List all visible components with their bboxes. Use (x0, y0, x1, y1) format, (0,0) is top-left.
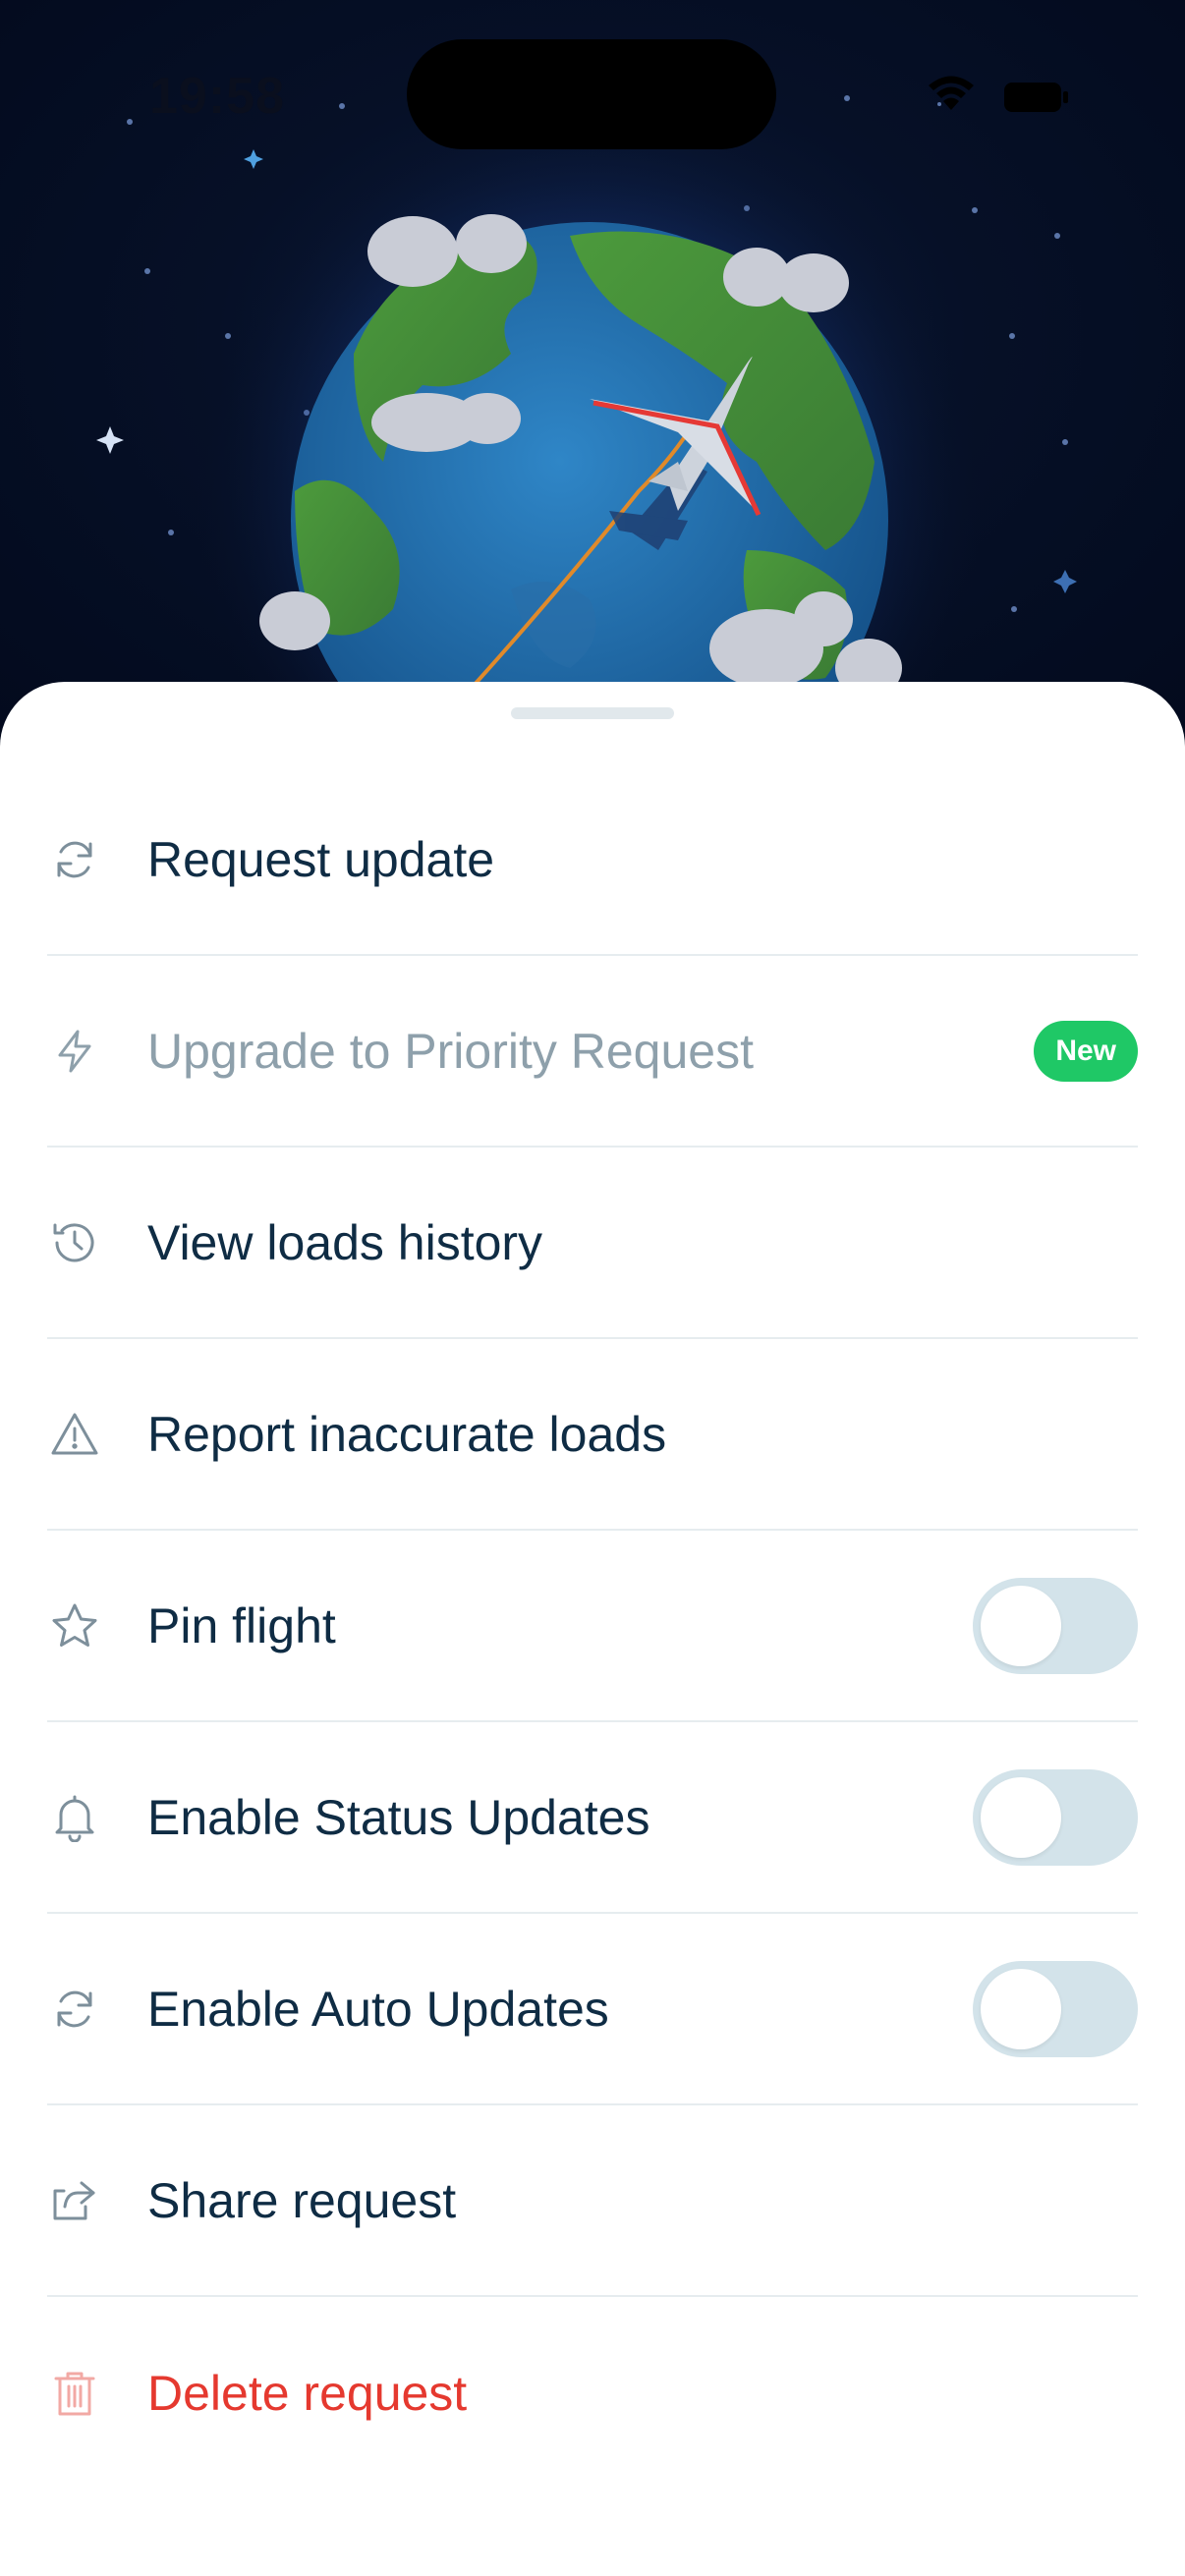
bell-icon (49, 1792, 100, 1843)
menu-item-request-update[interactable]: Request update (47, 764, 1138, 956)
toggle-knob (981, 1968, 1061, 2049)
menu-item-label: Pin flight (147, 1597, 336, 1653)
refresh-icon (49, 1984, 100, 2035)
sheet-grabber[interactable] (511, 707, 674, 719)
dynamic-island (407, 39, 776, 149)
star-icon (49, 1600, 100, 1652)
menu-item-enable-status-updates[interactable]: Enable Status Updates (47, 1722, 1138, 1914)
menu-item-label: Share request (147, 2172, 457, 2228)
wifi-icon (929, 76, 974, 110)
new-badge: New (1034, 1020, 1138, 1082)
warning-icon (49, 1409, 100, 1460)
menu-item-label: Report inaccurate loads (147, 1406, 667, 1462)
menu-item-report-inaccurate-loads[interactable]: Report inaccurate loads (47, 1339, 1138, 1531)
menu-item-upgrade-priority[interactable]: Upgrade to Priority Request New (47, 956, 1138, 1148)
action-sheet: Request update Upgrade to Priority Reque… (0, 682, 1185, 2576)
status-time: 19:58 (149, 68, 285, 125)
trash-icon (49, 2368, 100, 2419)
toggle-knob (981, 1585, 1061, 1666)
refresh-icon (49, 834, 100, 885)
battery-icon (1004, 83, 1068, 112)
lightning-icon (49, 1026, 100, 1077)
menu-item-delete-request[interactable]: Delete request (47, 2297, 1138, 2489)
action-menu: Request update Upgrade to Priority Reque… (47, 764, 1138, 2489)
menu-item-label: Request update (147, 831, 495, 887)
menu-item-label: View loads history (147, 1214, 543, 1270)
menu-item-label: Enable Status Updates (147, 1789, 650, 1845)
menu-item-view-loads-history[interactable]: View loads history (47, 1148, 1138, 1339)
menu-item-share-request[interactable]: Share request (47, 2105, 1138, 2297)
auto-updates-toggle[interactable] (973, 1960, 1138, 2057)
status-updates-toggle[interactable] (973, 1768, 1138, 1866)
menu-item-pin-flight[interactable]: Pin flight (47, 1531, 1138, 1722)
menu-item-label: Enable Auto Updates (147, 1981, 609, 2037)
history-icon (49, 1217, 100, 1268)
menu-item-label: Upgrade to Priority Request (147, 1023, 754, 1079)
menu-item-label: Delete request (147, 2365, 468, 2421)
share-icon (49, 2175, 100, 2226)
status-bar: 19:58 (0, 0, 1185, 196)
toggle-knob (981, 1776, 1061, 1858)
pin-flight-toggle[interactable] (973, 1577, 1138, 1674)
menu-item-enable-auto-updates[interactable]: Enable Auto Updates (47, 1914, 1138, 2105)
